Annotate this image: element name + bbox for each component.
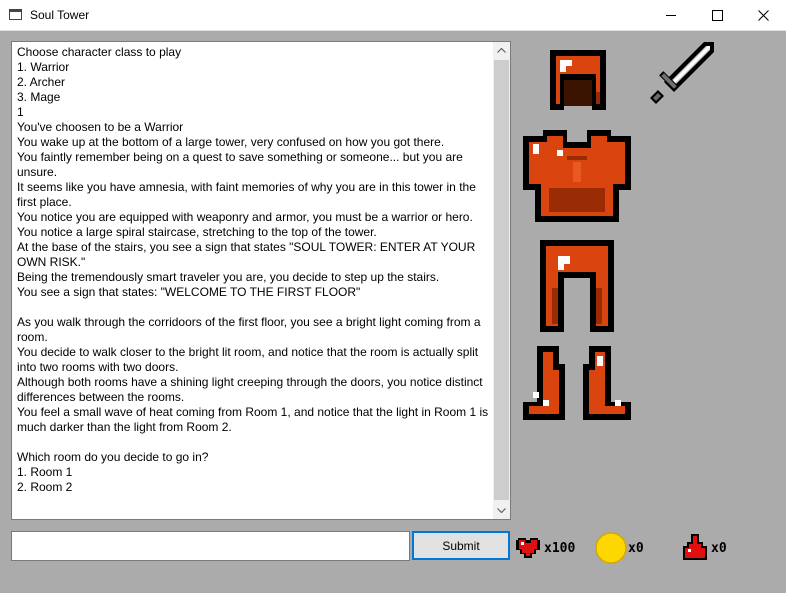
story-line: You decide to walk closer to the bright …	[17, 345, 482, 374]
chestplate-icon	[523, 130, 631, 222]
story-console[interactable]: Choose character class to play 1. Warrior…	[11, 41, 511, 520]
sword-icon	[650, 42, 714, 104]
story-line: 2. Room 2	[17, 480, 73, 494]
console-scrollbar[interactable]	[493, 42, 510, 519]
story-line: Although both rooms have a shining light…	[17, 375, 486, 404]
helmet-icon	[550, 50, 606, 110]
close-icon	[757, 9, 769, 21]
window-title: Soul Tower	[30, 8, 90, 22]
leggings-icon	[540, 240, 614, 332]
gold-count: x0	[628, 541, 644, 556]
minimize-button[interactable]	[648, 0, 694, 30]
heart-icon	[516, 538, 540, 558]
story-line: As you walk through the corridoors of th…	[17, 315, 484, 344]
scroll-thumb[interactable]	[494, 60, 509, 500]
chevron-up-icon	[497, 48, 506, 53]
story-line	[17, 435, 489, 450]
story-line: 3. Mage	[17, 90, 61, 104]
close-button[interactable]	[740, 0, 786, 30]
maximize-button[interactable]	[694, 0, 740, 30]
story-line: You feel a small wave of heat coming fro…	[17, 405, 492, 434]
potion-count: x0	[711, 541, 727, 556]
gold-coin-icon	[595, 532, 627, 564]
maximize-icon	[711, 9, 723, 21]
story-line: 1. Warrior	[17, 60, 70, 74]
story-line: 2. Archer	[17, 75, 66, 89]
story-line: 1. Room 1	[17, 465, 73, 479]
story-line: You wake up at the bottom of a large tow…	[17, 135, 445, 149]
scroll-down-button[interactable]	[493, 502, 510, 519]
story-line: You notice you are equipped with weaponr…	[17, 210, 473, 224]
story-line: Being the tremendously smart traveler yo…	[17, 270, 440, 284]
potion-icon	[683, 534, 707, 560]
minimize-icon	[665, 14, 676, 16]
health-count: x100	[544, 541, 576, 556]
story-line: It seems like you have amnesia, with fai…	[17, 180, 480, 209]
boots-icon	[523, 346, 631, 420]
scroll-up-button[interactable]	[493, 42, 510, 59]
story-line: You've choosen to be a Warrior	[17, 120, 184, 134]
story-line: 1	[17, 105, 24, 119]
chevron-down-icon	[497, 508, 506, 513]
command-input[interactable]	[11, 531, 410, 561]
story-line: Choose character class to play	[17, 45, 182, 59]
story-line	[17, 300, 489, 315]
app-icon	[9, 9, 22, 20]
story-line: Which room do you decide to go in?	[17, 450, 209, 464]
title-bar: Soul Tower	[0, 0, 786, 31]
story-line: You faintly remember being on a quest to…	[17, 150, 467, 179]
story-text: Choose character class to play 1. Warrior…	[17, 45, 489, 495]
submit-button[interactable]: Submit	[412, 531, 510, 560]
story-line: At the base of the stairs, you see a sig…	[17, 240, 479, 269]
story-line: You notice a large spiral staircase, str…	[17, 225, 377, 239]
story-line: You see a sign that states: "WELCOME TO …	[17, 285, 361, 299]
